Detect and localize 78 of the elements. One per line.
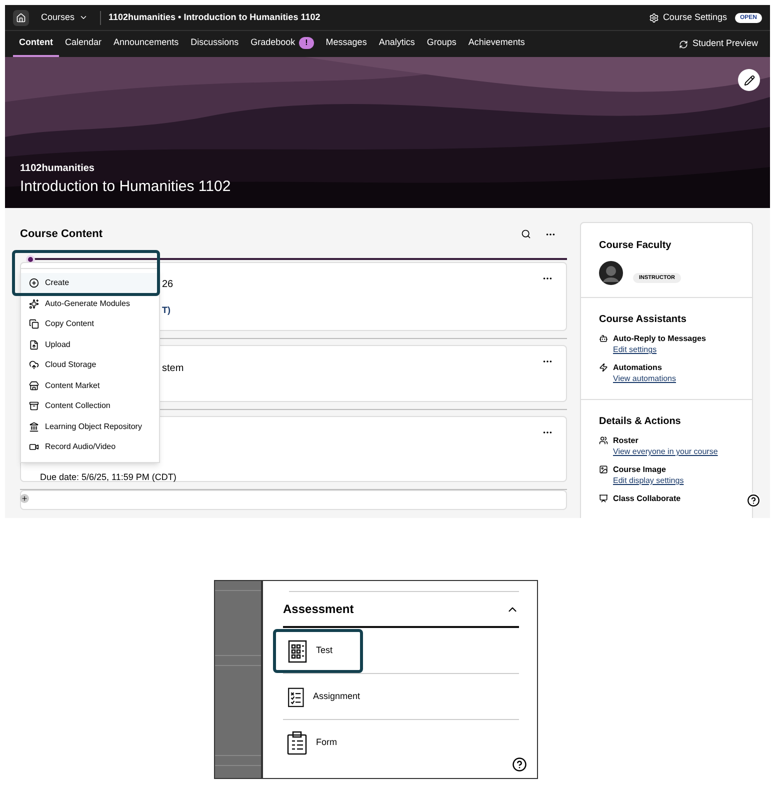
item-label: Class Collaborate: [613, 493, 681, 504]
item-label: Automations: [613, 362, 663, 373]
clipboard-icon: [286, 731, 308, 755]
copy-icon: [29, 319, 39, 330]
section-heading: Assessment: [283, 601, 354, 618]
item-label: Roster: [613, 435, 640, 446]
search-button[interactable]: [519, 227, 533, 241]
courses-menu[interactable]: Courses: [37, 10, 92, 24]
settings-icon: [648, 12, 659, 22]
item-label: Course Image: [613, 464, 667, 475]
due-date: Due date: 5/6/25, 11:59 PM (CDT): [40, 471, 176, 484]
pencil-icon: [744, 74, 754, 86]
caret-icon: [78, 13, 88, 22]
assessment-option[interactable]: Form: [273, 721, 363, 765]
nav-tab[interactable]: Achievements: [462, 31, 531, 57]
presentation-icon: [599, 494, 608, 503]
item-link[interactable]: View everyone in your course: [613, 446, 718, 457]
item-link[interactable]: View automations: [613, 373, 676, 384]
menu-item[interactable]: Upload: [21, 334, 159, 355]
sparkle-icon: [29, 298, 39, 309]
course-settings-button[interactable]: Course Settings: [648, 10, 727, 24]
nav-tab[interactable]: Announcements: [108, 31, 185, 57]
card-detail: T): [162, 304, 170, 317]
landmark-icon: [29, 422, 39, 432]
help-icon[interactable]: [746, 493, 760, 507]
menu-item[interactable]: Content Market: [21, 376, 159, 396]
item-label: Auto-Reply to Messages: [613, 333, 706, 344]
video-icon: [29, 442, 39, 452]
option-label: Assignment: [312, 690, 360, 703]
grid-document-icon: [286, 638, 308, 662]
nav-tab[interactable]: Groups: [420, 31, 462, 57]
cloud-icon: [29, 360, 39, 370]
course-title: Introduction to Humanities 1102: [20, 176, 231, 196]
option-label: Form: [316, 736, 337, 750]
robot-icon: [599, 334, 608, 343]
menu-item[interactable]: Content Collection: [21, 396, 159, 416]
panel-heading: Course Assistants: [599, 313, 688, 327]
help-icon[interactable]: [511, 756, 527, 772]
course-path: 1102humanities • Introduction to Humanities 1102: [108, 10, 320, 24]
section-heading: Course Content: [20, 226, 102, 242]
menu-item[interactable]: Learning Object Repository: [21, 416, 159, 437]
menu-item[interactable]: Copy Content: [21, 314, 159, 334]
assessment-option[interactable]: Assignment: [273, 674, 363, 718]
menu-item[interactable]: Cloud Storage: [21, 355, 159, 376]
help-circle-icon: [746, 494, 760, 506]
alert-badge: !: [299, 37, 314, 49]
card-title: stem: [162, 362, 184, 376]
archive-icon: [29, 401, 39, 412]
search-icon: [521, 229, 531, 239]
student-preview-button[interactable]: Student Preview: [679, 31, 762, 57]
home-button[interactable]: [13, 10, 29, 26]
panel-heading: Details & Actions: [599, 415, 682, 429]
plus-circle-icon: [29, 278, 39, 288]
help-circle-icon: [512, 756, 526, 772]
panel-heading: Course Faculty: [599, 239, 672, 253]
people-icon: [599, 436, 608, 445]
avatar-icon: [599, 261, 623, 285]
home-icon: [16, 12, 26, 22]
nav-tab[interactable]: Analytics: [372, 31, 421, 57]
item-link[interactable]: Edit settings: [613, 344, 706, 355]
course-id: 1102humanities: [20, 162, 96, 176]
image-icon: [599, 465, 608, 474]
nav-tab[interactable]: Messages: [320, 31, 373, 57]
assessment-option[interactable]: Test: [273, 628, 363, 672]
nav-tab[interactable]: Discussions: [184, 31, 245, 57]
store-icon: [29, 380, 39, 391]
menu-item[interactable]: Create: [21, 273, 159, 294]
menu-item[interactable]: Auto-Generate Modules: [21, 294, 159, 314]
item-link[interactable]: Edit display settings: [613, 475, 684, 486]
nav-tab[interactable]: Calendar: [59, 31, 108, 57]
nav-tab[interactable]: Gradebook !: [244, 31, 320, 57]
lightning-icon: [599, 363, 608, 372]
refresh-icon: [679, 40, 688, 48]
file-upload-icon: [29, 340, 39, 350]
menu-item[interactable]: Record Audio/Video: [21, 437, 159, 458]
card-title: 26: [162, 278, 174, 292]
plus-icon: [21, 495, 28, 502]
option-label: Test: [316, 644, 333, 657]
